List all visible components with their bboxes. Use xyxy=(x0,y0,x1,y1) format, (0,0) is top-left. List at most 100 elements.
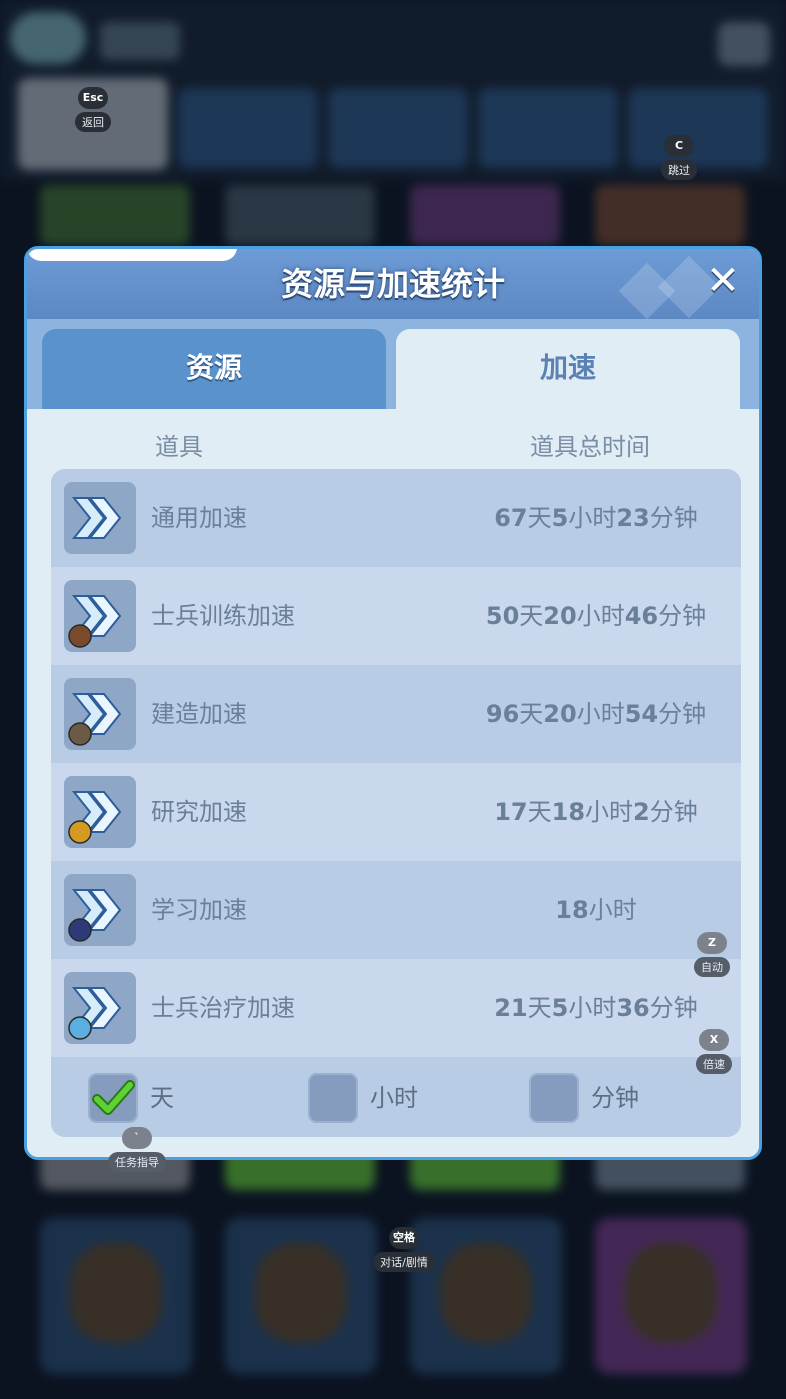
background-hero-slot xyxy=(225,1218,377,1374)
speedup-item-name: 士兵训练加速 xyxy=(151,602,295,630)
time-unit: 分钟 xyxy=(649,504,698,532)
time-value: 36 xyxy=(616,994,650,1022)
close-button[interactable]: ✕ xyxy=(699,257,747,305)
construction-speedup-icon xyxy=(64,678,136,750)
background-hero-slot xyxy=(40,1218,192,1374)
unit-label-hour: 小时 xyxy=(370,1084,418,1112)
learning-speedup-icon xyxy=(64,874,136,946)
checkmark-icon xyxy=(92,1080,135,1115)
hotkey-auto-key: Z xyxy=(697,932,727,954)
speedup-item-total-time: 50天20小时46分钟 xyxy=(431,567,741,665)
dialog-header: 资源与加速统计 ✕ xyxy=(27,249,759,320)
background-logo xyxy=(10,12,86,64)
background-card xyxy=(410,185,560,245)
speedup-stats-dialog: 资源与加速统计 ✕ 资源 加速 道具 道具总时间 通用加速 67天5小时23分钟士… xyxy=(24,246,762,1160)
background-tab xyxy=(478,88,618,168)
time-value: 2 xyxy=(633,798,650,826)
time-unit: 天 xyxy=(527,504,552,532)
background-corner-button xyxy=(718,22,770,66)
hotkey-guide-key: ` xyxy=(122,1127,152,1149)
tab-bar: 资源 加速 xyxy=(27,319,759,409)
time-unit: 小时 xyxy=(568,504,617,532)
hotkey-guide[interactable]: ` 任务指导 xyxy=(108,1126,166,1172)
hotkey-skip[interactable]: C 跳过 xyxy=(661,134,697,180)
training-speedup-icon xyxy=(64,580,136,652)
speedup-item-name: 士兵治疗加速 xyxy=(151,994,295,1022)
background-card xyxy=(40,185,190,245)
time-value: 18 xyxy=(555,896,589,924)
speedup-item-name: 通用加速 xyxy=(151,504,247,532)
background-title xyxy=(100,22,180,60)
time-unit: 天 xyxy=(527,994,552,1022)
hotkey-skip-label: 跳过 xyxy=(661,160,697,180)
time-value: 46 xyxy=(624,602,659,630)
time-value: 96 xyxy=(485,700,520,728)
time-value: 20 xyxy=(543,700,577,728)
speedup-item-row: 学习加速 18小时 xyxy=(51,861,741,959)
time-unit: 小时 xyxy=(576,700,625,728)
background-tab xyxy=(628,88,768,168)
tab-speedup[interactable]: 加速 xyxy=(396,329,740,409)
time-unit: 分钟 xyxy=(658,700,707,728)
speedup-item-row: 通用加速 67天5小时23分钟 xyxy=(51,469,741,567)
column-header-total-time: 道具总时间 xyxy=(530,433,650,461)
close-icon: ✕ xyxy=(706,258,740,304)
hotkey-guide-label: 任务指导 xyxy=(108,1152,166,1172)
background-hero-slot xyxy=(595,1218,747,1374)
speedup-item-row: 建造加速 96天20小时54分钟 xyxy=(51,665,741,763)
hotkey-back-key: Esc xyxy=(78,87,108,109)
time-unit: 分钟 xyxy=(649,798,698,826)
time-unit: 分钟 xyxy=(658,602,707,630)
tab-resources[interactable]: 资源 xyxy=(42,329,386,409)
time-value: 18 xyxy=(551,798,586,826)
time-unit: 天 xyxy=(527,798,552,826)
research-speedup-icon xyxy=(64,776,136,848)
speedup-item-name: 学习加速 xyxy=(151,896,247,924)
hotkey-speed-label: 倍速 xyxy=(696,1054,732,1074)
hotkey-dialogue[interactable]: 空格 对话/剧情 xyxy=(373,1226,435,1272)
speedup-item-total-time: 96天20小时54分钟 xyxy=(431,665,741,763)
speedup-list: 通用加速 67天5小时23分钟 士兵训练加速 50天20小时46分钟 建造加速 96天20… xyxy=(51,469,741,1137)
time-unit: 小时 xyxy=(588,896,637,924)
time-unit: 小时 xyxy=(576,602,625,630)
unit-checkbox-minute[interactable] xyxy=(529,1073,579,1123)
speedup-panel: 道具 道具总时间 通用加速 67天5小时23分钟 士兵训练加速 50天20小时46分钟… xyxy=(27,409,759,1157)
time-value: 5 xyxy=(551,504,569,532)
hotkey-speed[interactable]: X 倍速 xyxy=(696,1028,732,1074)
time-unit: 分钟 xyxy=(649,994,698,1022)
unit-checkbox-hour[interactable] xyxy=(308,1073,358,1123)
hotkey-back[interactable]: Esc 返回 xyxy=(75,86,111,132)
speedup-item-name: 建造加速 xyxy=(151,700,247,728)
speedup-item-total-time: 17天18小时2分钟 xyxy=(431,763,741,861)
time-unit: 小时 xyxy=(585,798,634,826)
dialog-title: 资源与加速统计 xyxy=(280,265,505,303)
column-header-item: 道具 xyxy=(155,433,203,461)
general-speedup-icon xyxy=(64,482,136,554)
unit-label-day: 天 xyxy=(150,1084,174,1112)
time-unit: 天 xyxy=(519,700,544,728)
time-unit: 小时 xyxy=(568,994,617,1022)
time-value: 54 xyxy=(624,700,659,728)
time-value: 21 xyxy=(494,994,528,1022)
speedup-item-row: 士兵训练加速 50天20小时46分钟 xyxy=(51,567,741,665)
speedup-item-total-time: 67天5小时23分钟 xyxy=(431,469,741,567)
time-unit: 天 xyxy=(519,602,544,630)
background-card xyxy=(225,185,375,245)
background-card xyxy=(595,185,745,245)
background-tab xyxy=(328,88,468,168)
time-value: 23 xyxy=(616,504,650,532)
time-value: 20 xyxy=(543,602,577,630)
hotkey-dialogue-label: 对话/剧情 xyxy=(373,1252,435,1272)
unit-checkbox-day[interactable] xyxy=(88,1073,138,1123)
time-value: 5 xyxy=(551,994,569,1022)
hotkey-auto[interactable]: Z 自动 xyxy=(694,931,730,977)
healing-speedup-icon xyxy=(64,972,136,1044)
hotkey-dialogue-key: 空格 xyxy=(389,1227,419,1249)
hotkey-speed-key: X xyxy=(699,1029,729,1051)
time-value: 17 xyxy=(494,798,528,826)
speedup-item-row: 研究加速 17天18小时2分钟 xyxy=(51,763,741,861)
speedup-item-row: 士兵治疗加速 21天5小时36分钟 xyxy=(51,959,741,1057)
background-tab xyxy=(178,88,318,168)
time-value: 50 xyxy=(485,602,520,630)
hotkey-back-label: 返回 xyxy=(75,112,111,132)
